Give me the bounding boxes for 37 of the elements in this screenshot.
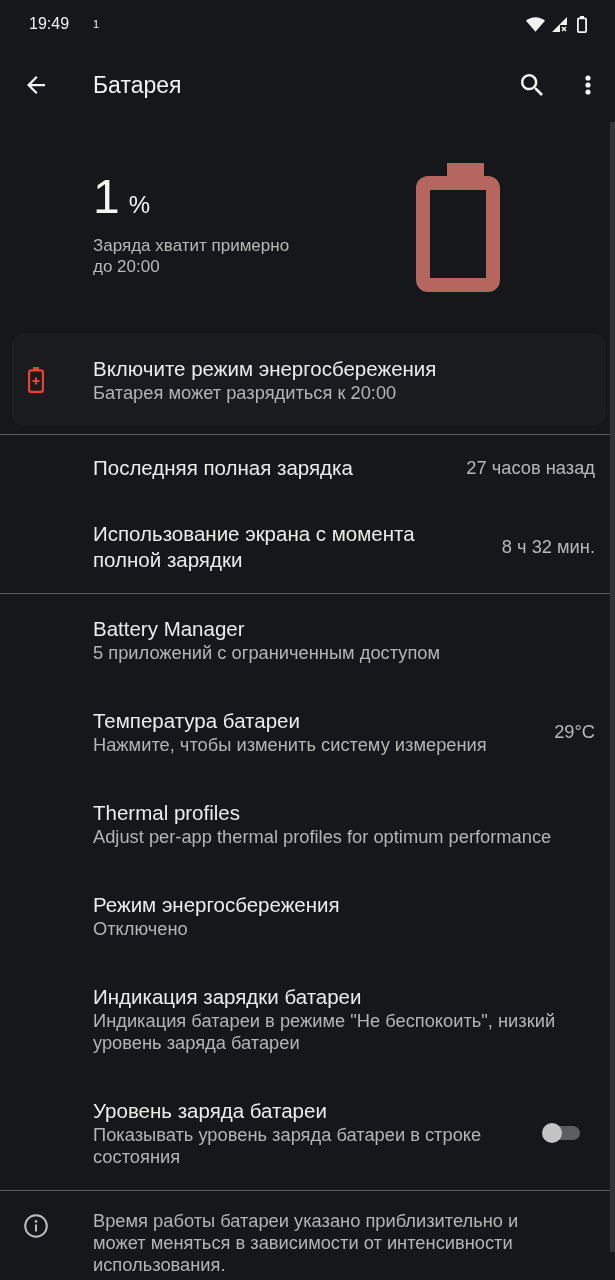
setting-summary: Отключено — [93, 918, 189, 940]
usage-title: Использование экрана с момента полной зарядки — [93, 521, 416, 573]
back-arrow-icon[interactable] — [26, 76, 46, 94]
battery-percent: 1 — [93, 169, 120, 225]
more-menu-icon[interactable] — [585, 75, 591, 95]
percent-sign: % — [128, 191, 151, 219]
setting-summary: 5 приложений с ограниченным доступом — [93, 642, 442, 664]
setting-title[interactable]: Thermal profiles — [93, 800, 595, 826]
search-icon[interactable] — [521, 74, 543, 96]
battery-estimate: Заряда хватит примерно до 20:00 — [93, 235, 291, 277]
usage-title: Последняя полная зарядка — [93, 455, 354, 481]
setting-summary: Показывать уровень заряда батареи в строке состояния — [93, 1124, 483, 1168]
suggestion-card[interactable]: Включите режим энергосбережения Батарея может разрядиться к 20:00 — [12, 334, 605, 425]
setting-title[interactable]: Индикация зарядки батареи — [93, 984, 595, 1010]
battery-icon — [577, 15, 587, 33]
signal-icon — [552, 16, 567, 32]
info-icon — [24, 1214, 48, 1238]
battery-plus-icon — [28, 366, 44, 393]
usage-value: 27 часов назад — [466, 457, 595, 479]
wifi-icon — [526, 16, 545, 32]
toggle-switch[interactable] — [542, 1123, 582, 1143]
page-title: Батарея — [93, 71, 182, 99]
footer-note: Время работы батареи указано приблизительно и может меняться в зависимости от интенсивности использования. — [93, 1210, 520, 1276]
setting-title[interactable]: Режим энергосбережения — [93, 892, 595, 918]
notification-count: 1 — [93, 18, 100, 30]
setting-summary: Индикация батареи в режиме "Не беспокоить", низкий уровень заряда батареи — [93, 1010, 557, 1054]
setting-summary: Нажмите, чтобы изменить систему измерения — [93, 734, 488, 756]
status-time: 19:49 — [29, 15, 70, 33]
setting-title[interactable]: Температура батареи — [93, 708, 531, 734]
setting-title[interactable]: Уровень заряда батареи — [93, 1098, 518, 1124]
setting-title[interactable]: Battery Manager — [93, 616, 595, 642]
suggestion-summary: Батарея может разрядиться к 20:00 — [93, 381, 398, 404]
setting-value: 29°C — [554, 721, 595, 743]
usage-value: 8 ч 32 мин. — [501, 536, 595, 558]
battery-icon — [416, 163, 500, 292]
suggestion-title: Включите режим энергосбережения — [93, 355, 437, 382]
setting-summary: Adjust per-app thermal profiles for optimum performance — [93, 826, 553, 848]
